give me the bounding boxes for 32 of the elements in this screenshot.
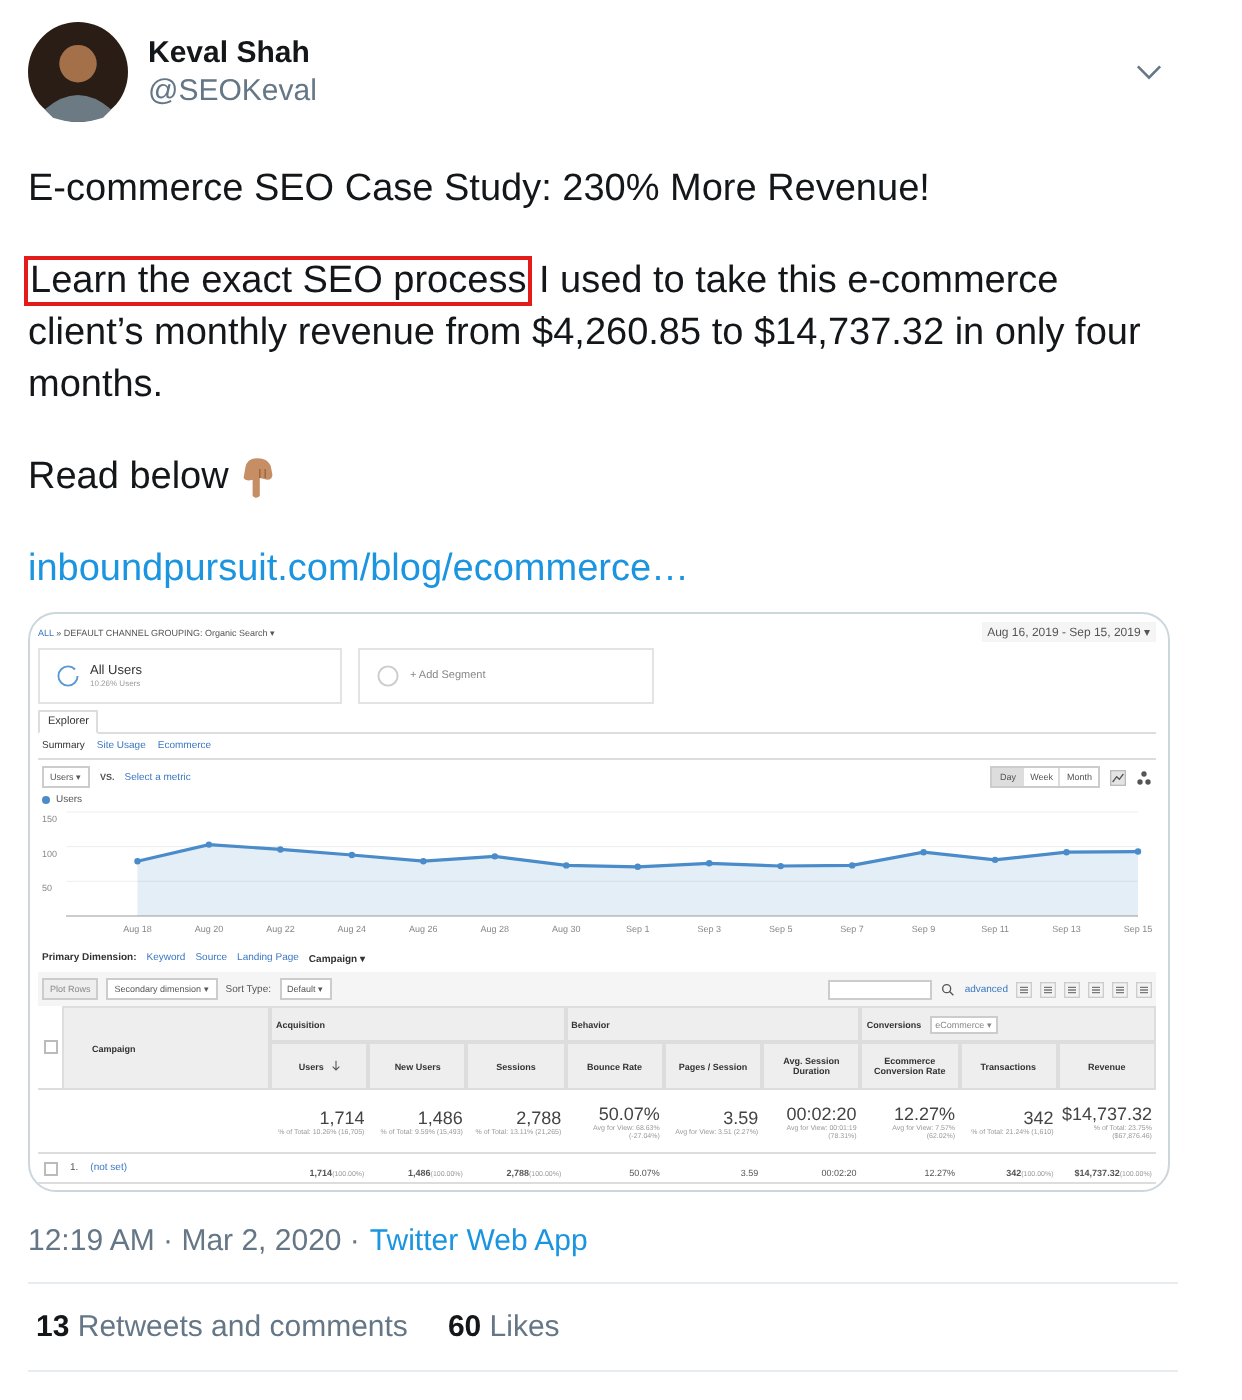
total-value: 2,788 [516, 1107, 562, 1127]
point [777, 862, 784, 870]
point [634, 863, 641, 870]
author-handle[interactable]: @SEOKeval [148, 74, 1116, 108]
total-value: 3.59 [723, 1107, 759, 1127]
point [563, 862, 570, 869]
timestamp: 12:19 AM · Mar 2, 2020 · [28, 1224, 360, 1258]
point [348, 851, 356, 859]
engagement-stat[interactable]: 60 Likes [447, 1310, 560, 1344]
point [848, 862, 856, 869]
total-value: 1,714 [319, 1107, 365, 1127]
total-value: 342 [1023, 1107, 1054, 1127]
point [706, 860, 713, 867]
point [991, 856, 999, 864]
total-value: 50.07% [598, 1103, 660, 1123]
read-below-text: Read below [28, 454, 229, 502]
tweet-text: Learn the exact SEO process I used to take this e-commerce client’s monthly revenue from $4,260.85 to $14,737.32 in only four months. [28, 258, 1143, 410]
author-name[interactable]: Keval Shah [148, 36, 1116, 70]
point [277, 846, 284, 853]
point [491, 853, 498, 860]
total-value: 00:02:20 [786, 1103, 857, 1123]
total-value: $14,737.32 [1061, 1103, 1152, 1123]
point [1063, 849, 1070, 856]
point [134, 858, 141, 865]
total-value: 12.27% [894, 1103, 956, 1123]
point [1134, 848, 1142, 855]
point [205, 841, 213, 848]
engagement-stat[interactable]: 13 Retweets and comments [36, 1310, 408, 1344]
tweet-title: E-commerce SEO Case Study: 230% More Revenue! [28, 166, 932, 214]
point [920, 849, 927, 856]
point [420, 858, 427, 865]
total-value: 1,486 [417, 1107, 463, 1127]
